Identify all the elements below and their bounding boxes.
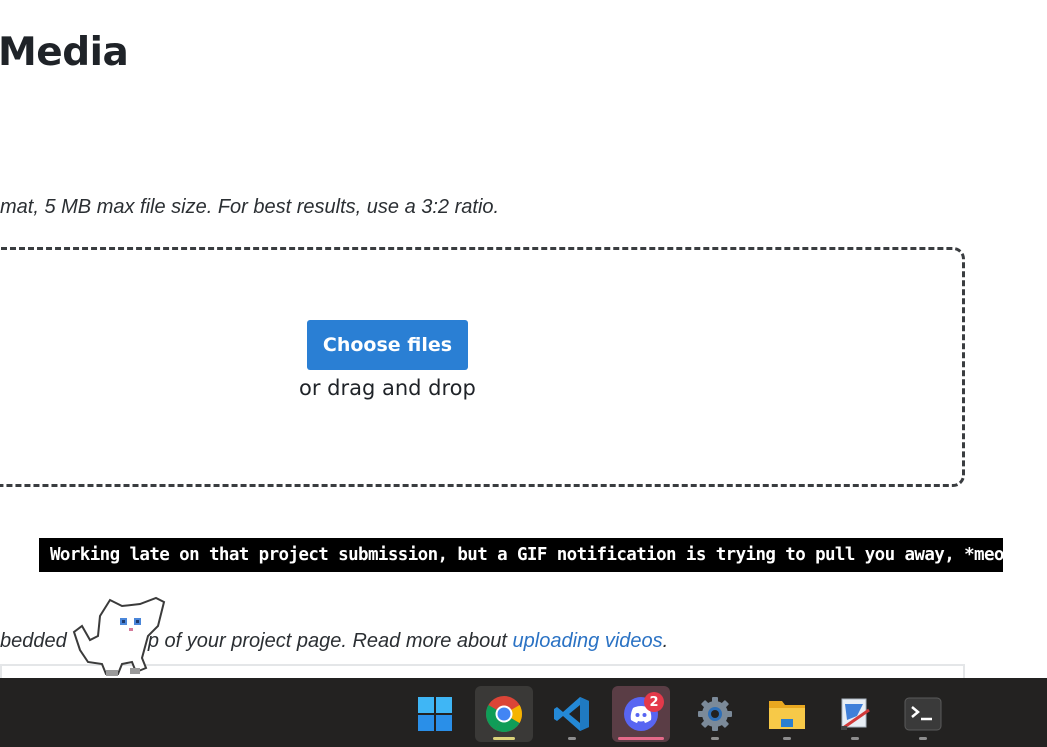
choose-files-button[interactable]: Choose files [307, 320, 468, 370]
video-hint-text: op of your project page. Read more about [136, 630, 513, 652]
taskbar-discord[interactable]: 2 [612, 686, 670, 742]
video-hint-suffix: . [662, 630, 669, 652]
running-indicator [919, 737, 927, 740]
taskbar-terminal[interactable] [894, 686, 952, 742]
taskbar-settings[interactable] [686, 686, 744, 742]
active-indicator [618, 737, 664, 740]
paint-icon [841, 698, 870, 730]
taskbar-file-explorer[interactable] [758, 686, 816, 742]
gear-icon [698, 697, 732, 731]
terminal-icon [904, 697, 942, 731]
folder-icon [769, 701, 805, 729]
taskbar: 2 [0, 678, 1047, 747]
running-indicator [568, 737, 576, 740]
video-hint-prefix: bedded [0, 630, 67, 652]
start-button[interactable] [406, 686, 464, 742]
taskbar-chrome[interactable] [475, 686, 533, 742]
uploading-videos-link[interactable]: uploading videos [513, 630, 663, 652]
taskbar-paint[interactable] [826, 686, 884, 742]
file-dropzone[interactable] [0, 247, 965, 487]
active-indicator [493, 737, 515, 740]
running-indicator [783, 737, 791, 740]
image-requirements-hint: mat, 5 MB max file size. For best result… [0, 196, 500, 218]
pixel-cat-pet[interactable] [70, 596, 170, 680]
chrome-icon [486, 696, 522, 733]
windows-logo-icon [418, 697, 452, 731]
notification-banner: Working late on that project submission,… [39, 538, 1003, 572]
notification-badge: 2 [644, 692, 664, 712]
running-indicator [711, 737, 719, 740]
drag-and-drop-label: or drag and drop [299, 376, 476, 400]
running-indicator [851, 737, 859, 740]
page-title: Media [0, 30, 129, 75]
vscode-icon [554, 697, 589, 731]
taskbar-vscode[interactable] [543, 686, 601, 742]
